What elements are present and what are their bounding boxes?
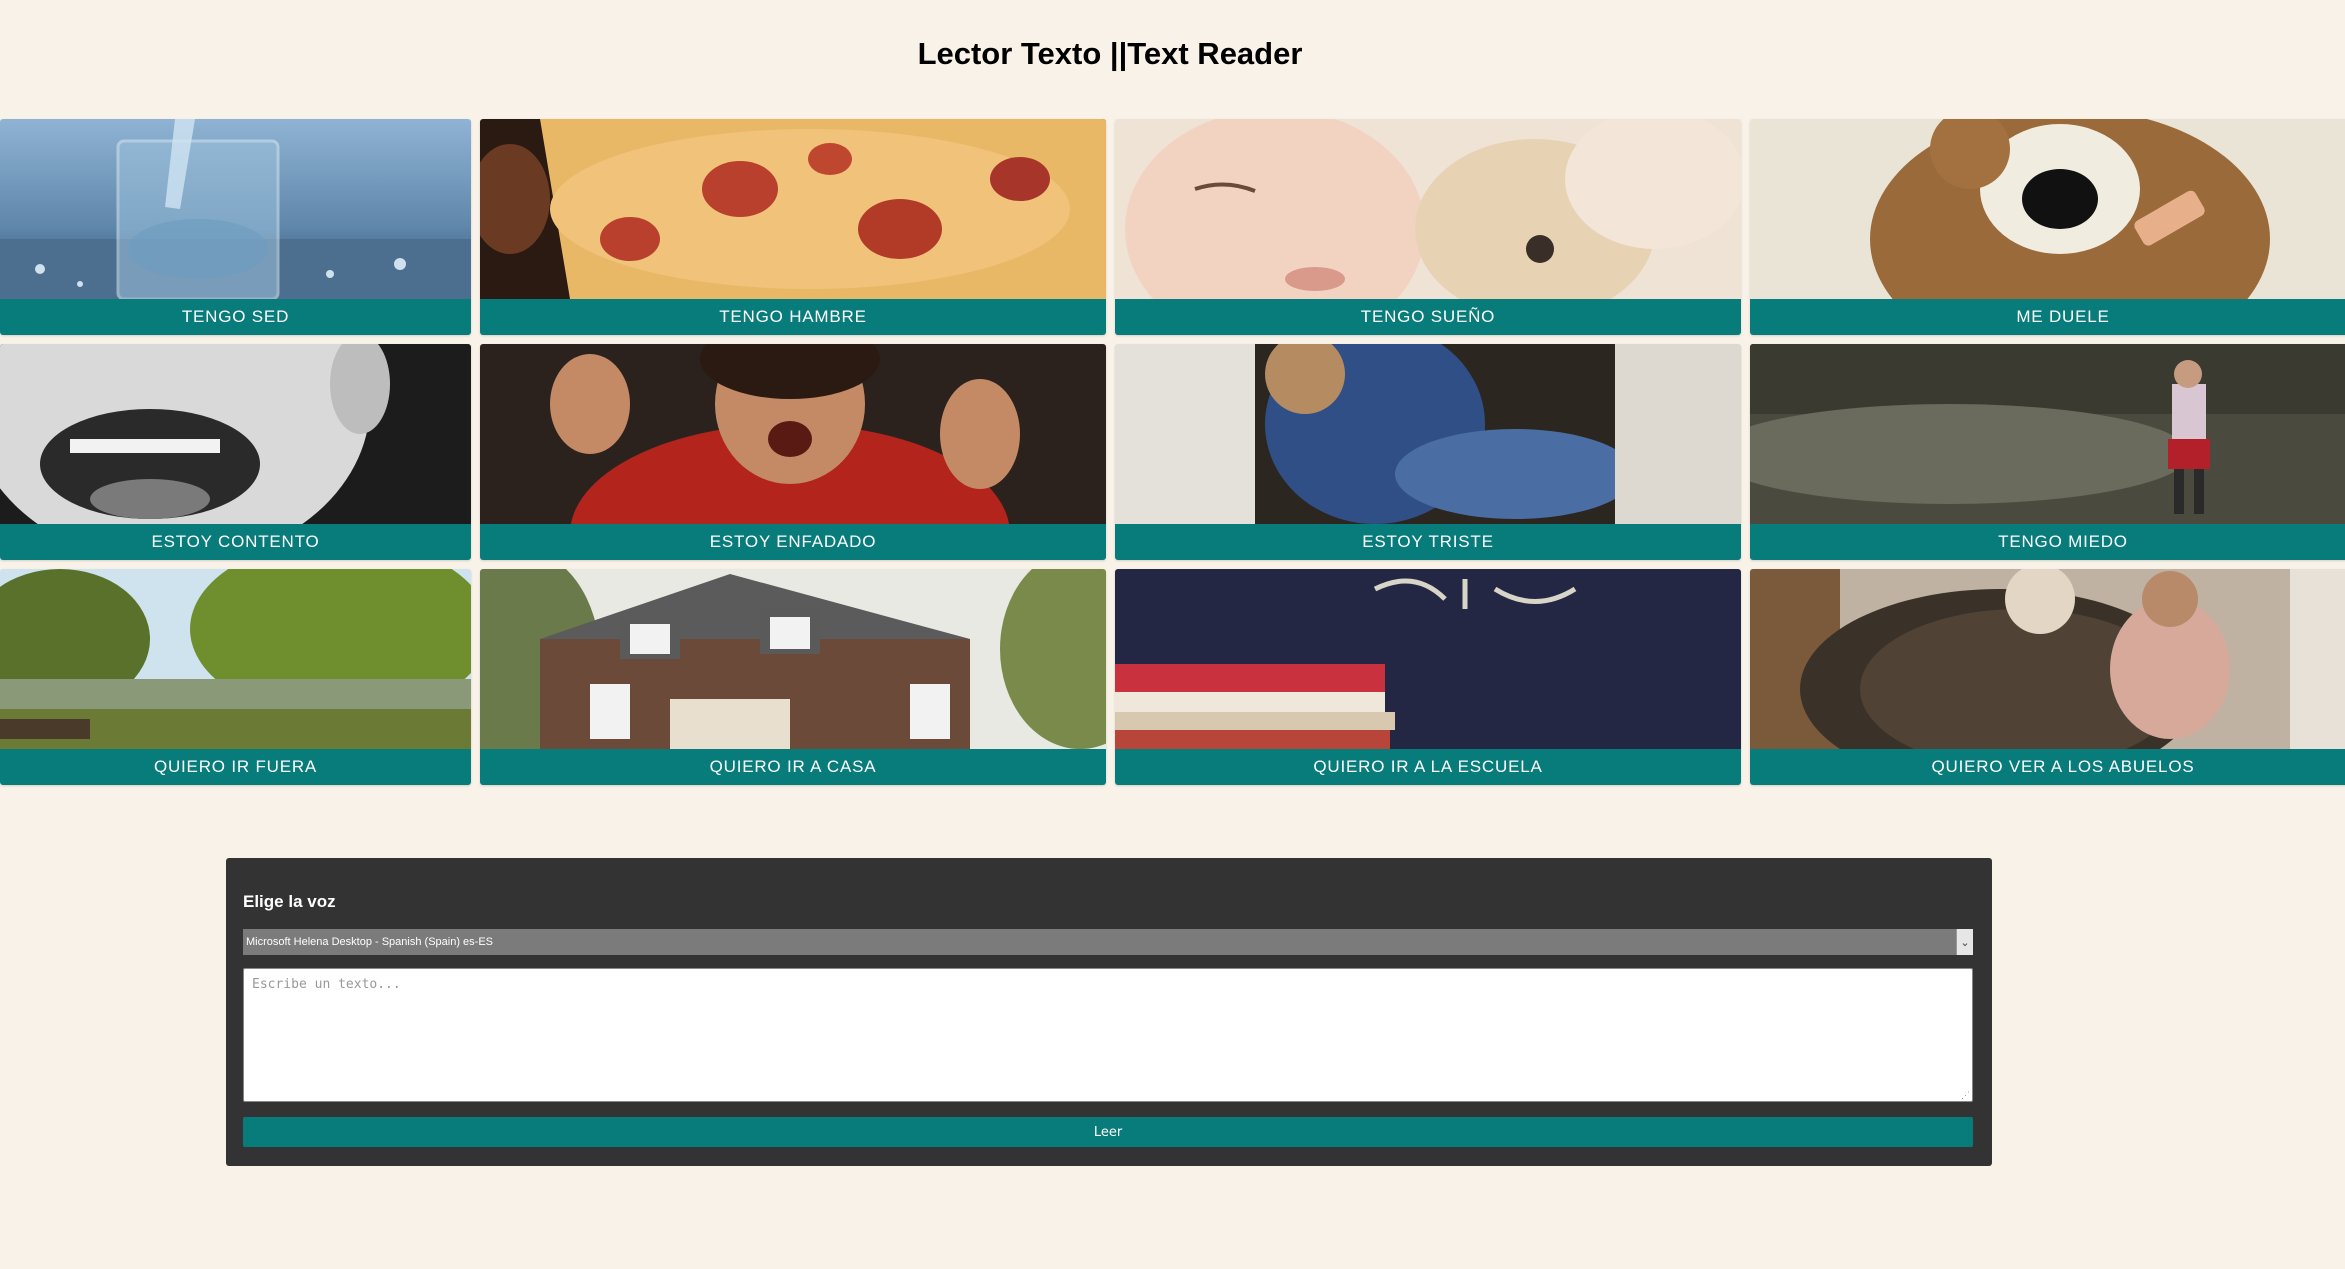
card-label: TENGO SUEÑO (1115, 299, 1741, 335)
chevron-down-icon[interactable]: ⌄ (1956, 929, 1973, 955)
card-label: TENGO SED (0, 299, 471, 335)
voice-select[interactable]: Microsoft Helena Desktop - Spanish (Spai… (243, 929, 1973, 955)
pizza-image (480, 119, 1106, 299)
card-label: QUIERO VER A LOS ABUELOS (1750, 749, 2345, 785)
card-quiero-ver-a-los-abuelos[interactable]: QUIERO VER A LOS ABUELOS (1750, 569, 2345, 785)
water-glass-image (0, 119, 471, 299)
card-me-duele[interactable]: ME DUELE (1750, 119, 2345, 335)
page-title: Lector Texto ||Text Reader (917, 36, 1303, 71)
card-label: ESTOY CONTENTO (0, 524, 471, 560)
sleeping-child-image (1115, 119, 1741, 299)
scared-child-image (1750, 344, 2345, 524)
sad-child-image (1115, 344, 1741, 524)
voice-panel: Elige la voz Microsoft Helena Desktop - … (226, 858, 1992, 1166)
grandparents-image (1750, 569, 2345, 749)
books-chalkboard-image (1115, 569, 1741, 749)
card-tengo-miedo[interactable]: TENGO MIEDO (1750, 344, 2345, 560)
card-tengo-hambre[interactable]: TENGO HAMBRE (480, 119, 1106, 335)
card-label: QUIERO IR A CASA (480, 749, 1106, 785)
teddy-bear-bandage-image (1750, 119, 2345, 299)
voice-panel-title: Elige la voz (243, 892, 336, 911)
card-label: ESTOY ENFADADO (480, 524, 1106, 560)
card-quiero-ir-a-casa[interactable]: QUIERO IR A CASA (480, 569, 1106, 785)
card-label: TENGO HAMBRE (480, 299, 1106, 335)
voice-select-value: Microsoft Helena Desktop - Spanish (Spai… (246, 936, 493, 948)
card-estoy-triste[interactable]: ESTOY TRISTE (1115, 344, 1741, 560)
laughing-mouth-image (0, 344, 471, 524)
text-input[interactable] (243, 968, 1973, 1102)
card-quiero-ir-fuera[interactable]: QUIERO IR FUERA (0, 569, 471, 785)
card-estoy-contento[interactable]: ESTOY CONTENTO (0, 344, 471, 560)
card-label: QUIERO IR FUERA (0, 749, 471, 785)
angry-child-image (480, 344, 1106, 524)
card-label: ESTOY TRISTE (1115, 524, 1741, 560)
card-label: TENGO MIEDO (1750, 524, 2345, 560)
park-image (0, 569, 471, 749)
card-tengo-sed[interactable]: TENGO SED (0, 119, 471, 335)
card-estoy-enfadado[interactable]: ESTOY ENFADADO (480, 344, 1106, 560)
phrase-card-grid: TENGO SED TENGO HAMBRE TENGO SUEÑO ME DU… (0, 119, 2345, 785)
house-image (480, 569, 1106, 749)
card-label: QUIERO IR A LA ESCUELA (1115, 749, 1741, 785)
card-label: ME DUELE (1750, 299, 2345, 335)
card-quiero-ir-a-la-escuela[interactable]: QUIERO IR A LA ESCUELA (1115, 569, 1741, 785)
resize-grip-icon[interactable]: ⋰ (1961, 1090, 1971, 1100)
read-button[interactable]: Leer (243, 1117, 1973, 1147)
card-tengo-sueno[interactable]: TENGO SUEÑO (1115, 119, 1741, 335)
